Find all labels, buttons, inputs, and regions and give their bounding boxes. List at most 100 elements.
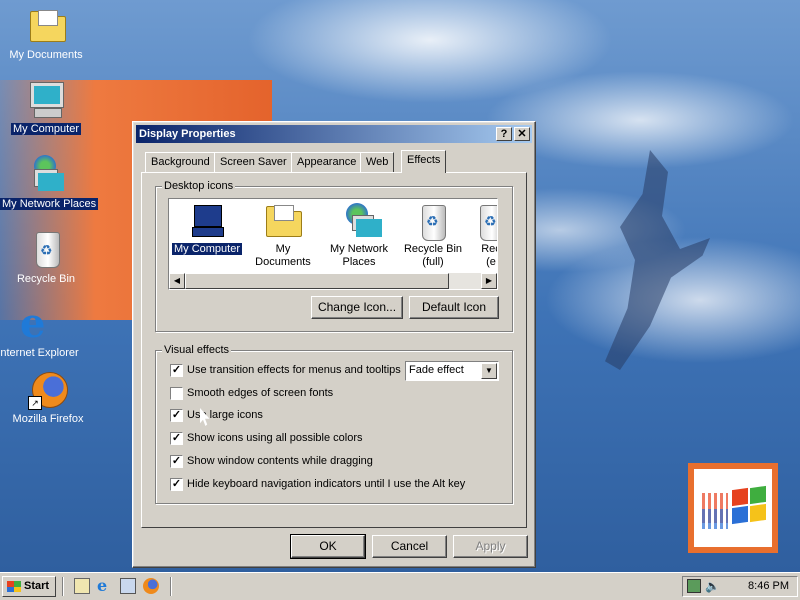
show-desktop-icon[interactable] — [74, 578, 90, 594]
tab-background[interactable]: Background — [145, 152, 216, 172]
checkbox[interactable]: ✓ — [170, 409, 183, 422]
start-button[interactable]: Start — [2, 576, 56, 597]
transition-effect-select[interactable]: Fade effect ▼ — [405, 361, 499, 381]
recycle-bin-full-icon — [416, 203, 450, 241]
list-item-label: Recycle Bin — [403, 243, 463, 255]
list-item-recycle-bin-full[interactable]: Recycle Bin (full) — [397, 203, 469, 269]
desktop-icon-my-documents[interactable]: My Documents — [0, 6, 92, 61]
transition-effect-value: Fade effect — [409, 364, 464, 376]
cancel-button[interactable]: Cancel — [372, 535, 447, 558]
help-icon: ? — [500, 128, 508, 140]
default-icon-button[interactable]: Default Icon — [409, 296, 499, 319]
tab-web[interactable]: Web — [360, 152, 395, 172]
list-item-my-computer[interactable]: My Computer — [171, 203, 243, 256]
tab-label: Web — [366, 156, 389, 168]
taskbar: Start e 🔈 8:46 PM — [0, 572, 800, 600]
dropdown-arrow-icon[interactable]: ▼ — [481, 363, 497, 379]
tab-screen-saver[interactable]: Screen Saver — [214, 152, 293, 172]
checkbox-transition-effects[interactable]: ✓ Use transition effects for menus and to… — [170, 364, 401, 380]
list-item-my-network-places[interactable]: My Network Places — [323, 203, 395, 269]
checkbox[interactable] — [170, 387, 183, 400]
recycle-bin-empty-icon — [474, 203, 497, 241]
list-item-label-line2: (full) — [422, 256, 444, 268]
firefox-icon[interactable] — [143, 578, 159, 594]
desktop-icon-recycle-bin[interactable]: Recycle Bin — [0, 230, 92, 285]
internet-explorer-icon[interactable]: e — [97, 578, 113, 594]
scroll-left-icon[interactable]: ◀ — [169, 273, 185, 289]
desktop-icon-my-network-places[interactable]: My Network Places — [0, 155, 99, 210]
checkbox[interactable]: ✓ — [170, 432, 183, 445]
checkbox-hide-keyboard-indicators[interactable]: ✓ Hide keyboard navigation indicators unt… — [170, 478, 465, 494]
close-button[interactable]: ✕ — [514, 127, 530, 141]
checkbox-window-contents-dragging[interactable]: ✓ Show window contents while dragging — [170, 455, 373, 471]
outlook-express-icon[interactable] — [120, 578, 136, 594]
desktop-icon-my-computer[interactable]: My Computer — [0, 80, 92, 135]
checkbox-large-icons[interactable]: ✓ Use large icons — [170, 409, 263, 425]
checkbox-label: Hide keyboard navigation indicators unti… — [187, 478, 466, 490]
wallpaper-diver-silhouette — [605, 150, 710, 370]
scrollbar-thumb[interactable] — [185, 273, 449, 289]
recycle-bin-icon — [26, 230, 66, 270]
desktop-icon-label: Mozilla Firefox — [12, 413, 84, 425]
tab-label: Effects — [407, 154, 441, 166]
checkbox[interactable]: ✓ — [170, 364, 183, 377]
list-item-label-line2: Places — [342, 256, 376, 268]
folder-icon — [266, 203, 302, 237]
internet-explorer-icon: e — [20, 300, 46, 347]
visual-effects-legend: Visual effects — [162, 344, 232, 356]
list-item-label: My Network — [329, 243, 389, 255]
computer-icon — [190, 203, 224, 237]
display-properties-dialog: Display Properties ? ✕ Background Screen… — [132, 121, 536, 568]
tab-label: Screen Saver — [220, 156, 287, 168]
taskbar-separator — [170, 577, 172, 596]
network-status-icon[interactable] — [687, 579, 701, 593]
checkbox[interactable]: ✓ — [170, 455, 183, 468]
firefox-icon: ↗ — [28, 370, 68, 410]
list-item-label: Rec — [481, 243, 497, 255]
desktop-icons-legend: Desktop icons — [162, 180, 236, 192]
checkbox[interactable]: ✓ — [170, 478, 183, 491]
dialog-title: Display Properties — [139, 128, 236, 140]
list-item-label: My Documents — [255, 243, 311, 268]
system-tray: 🔈 8:46 PM — [682, 576, 798, 597]
horizontal-scrollbar[interactable]: ◀ ▶ — [169, 273, 497, 289]
desktop-icons-listview[interactable]: My Computer My Documents My Network Plac… — [168, 198, 498, 290]
tab-appearance[interactable]: Appearance — [291, 152, 363, 172]
desktop-icon-internet-explorer[interactable]: e Internet Explorer — [0, 300, 84, 360]
list-item-recycle-bin-empty[interactable]: Rec (e — [461, 203, 497, 269]
folder-icon — [26, 6, 66, 46]
network-places-icon — [342, 203, 382, 237]
checkbox-label: Smooth edges of screen fonts — [187, 387, 334, 399]
checkbox-label: Show icons using all possible colors — [187, 432, 363, 444]
change-icon-button[interactable]: Change Icon... — [311, 296, 403, 319]
desktop-icon-label: Internet Explorer — [0, 347, 79, 359]
tab-label: Appearance — [297, 156, 357, 168]
desktop-icon-label: My Documents — [9, 49, 83, 61]
windows-flag-icon — [7, 581, 21, 592]
computer-icon — [26, 80, 66, 120]
desktop-icon-label: My Network Places — [0, 198, 99, 210]
desktop-icon-mozilla-firefox[interactable]: ↗ Mozilla Firefox — [2, 370, 94, 425]
checkbox-smooth-edges[interactable]: Smooth edges of screen fonts — [170, 387, 333, 403]
start-label: Start — [24, 580, 50, 592]
list-item-label-line2: (e — [486, 256, 496, 268]
taskbar-separator — [62, 577, 64, 596]
network-places-icon — [26, 155, 66, 195]
checkbox-label: Use transition effects for menus and too… — [187, 364, 401, 376]
list-item-label: My Computer — [171, 243, 243, 255]
windows-logo — [688, 463, 778, 553]
taskbar-clock[interactable]: 8:46 PM — [748, 577, 789, 596]
dialog-titlebar[interactable]: Display Properties ? ✕ — [136, 125, 532, 143]
list-item-my-documents[interactable]: My Documents — [247, 203, 319, 269]
desktop-icon-label: Recycle Bin — [16, 273, 76, 285]
tab-effects[interactable]: Effects — [401, 150, 447, 173]
ok-button[interactable]: OK — [290, 534, 366, 559]
apply-button[interactable]: Apply — [453, 535, 528, 558]
close-icon: ✕ — [517, 128, 527, 140]
volume-icon[interactable]: 🔈 — [705, 579, 720, 593]
help-button[interactable]: ? — [496, 127, 512, 141]
checkbox-label: Show window contents while dragging — [187, 455, 373, 467]
scroll-right-icon[interactable]: ▶ — [481, 273, 497, 289]
checkbox-all-colors[interactable]: ✓ Show icons using all possible colors — [170, 432, 362, 448]
tab-label: Background — [151, 156, 210, 168]
